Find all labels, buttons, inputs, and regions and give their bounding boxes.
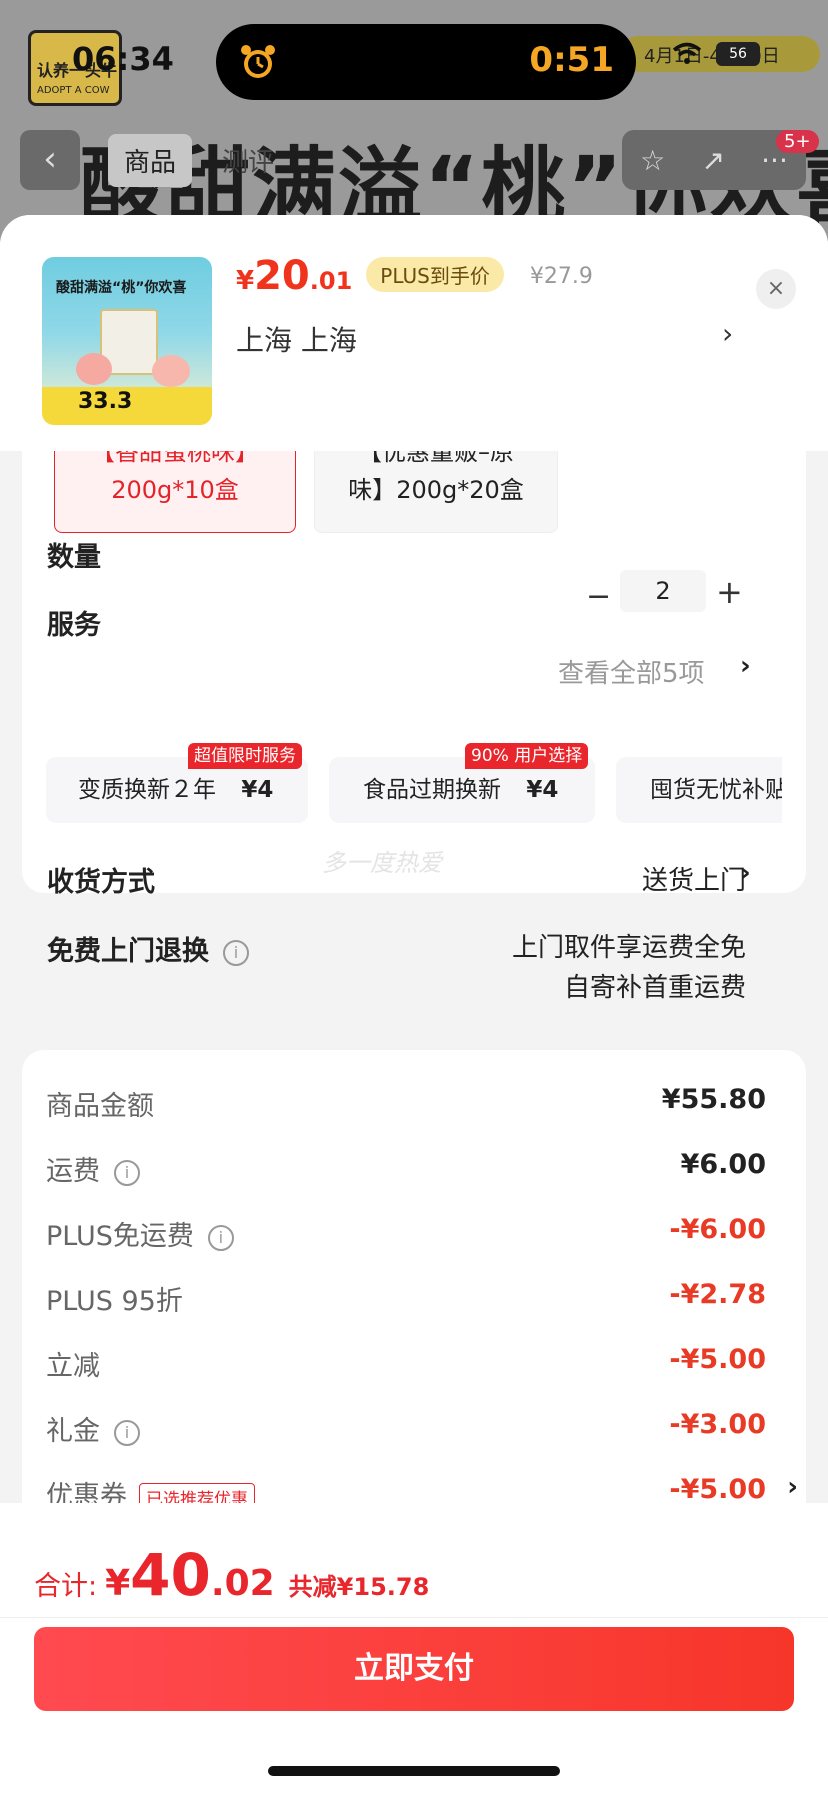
services-view-all[interactable]: 查看全部5项 — [558, 653, 705, 690]
variant-line: 200g*10盒 — [111, 476, 239, 504]
service-option[interactable]: 变质换新２年 ¥4 超值限时服务 — [46, 743, 308, 823]
chevron-right-icon[interactable]: › — [740, 858, 751, 888]
close-button[interactable]: × — [756, 269, 796, 309]
total-decimal: .02 — [210, 1563, 275, 1604]
total-row: 合计: ¥ 40 .02 共减¥15.78 — [34, 1541, 429, 1609]
cost-row: PLUS 95折 -¥2.78 — [46, 1271, 766, 1321]
cost-label: 礼金 — [46, 1416, 100, 1447]
star-icon[interactable]: ☆ — [640, 144, 665, 177]
cost-label: 立减 — [46, 1351, 100, 1382]
free-return-text: 免费上门退换 — [47, 936, 209, 967]
service-tag: 90% 用户选择 — [465, 743, 589, 769]
quantity-minus-button[interactable]: − — [586, 579, 611, 614]
cost-value: -¥6.00 — [669, 1214, 766, 1245]
alarm-icon — [241, 45, 275, 78]
service-price: ¥4 — [241, 777, 274, 803]
cost-label: PLUS免运费 — [46, 1221, 194, 1252]
cost-row: PLUS免运费 i -¥6.00 — [46, 1206, 766, 1256]
battery-icon: 56 — [716, 42, 760, 66]
delivery-address[interactable]: 上海 上海 — [236, 319, 357, 359]
service-option[interactable]: 囤货无忧补贴 — [616, 757, 782, 823]
total-integer: 40 — [130, 1541, 211, 1609]
total-label: 合计: — [34, 1571, 98, 1602]
return-policy-line: 上门取件享运费全免 — [511, 933, 746, 963]
cost-label: 运费 — [46, 1156, 100, 1187]
cost-value: ¥55.80 — [661, 1084, 766, 1115]
chevron-right-icon[interactable]: › — [722, 317, 733, 350]
service-tag: 超值限时服务 — [188, 743, 302, 769]
cost-row: 运费 i ¥6.00 — [46, 1141, 766, 1191]
cost-row: 立减 -¥5.00 — [46, 1336, 766, 1386]
service-name: 食品过期换新 — [363, 777, 501, 803]
product-image-price: 33.3 — [78, 389, 133, 414]
info-icon[interactable]: i — [223, 939, 249, 966]
return-policy-line: 自寄补首重运费 — [563, 973, 746, 1003]
status-indicators: 56 — [672, 42, 760, 66]
tab-review[interactable]: 测评 — [222, 142, 274, 179]
cost-row: 商品金额 ¥55.80 — [46, 1076, 766, 1126]
cost-value: -¥5.00 — [669, 1474, 766, 1505]
wifi-icon — [672, 42, 702, 64]
cost-label-group: 运费 i — [46, 1149, 140, 1188]
share-icon[interactable]: ↗ — [701, 144, 724, 177]
service-name: 变质换新２年 — [78, 777, 216, 803]
services-label: 服务 — [47, 610, 101, 641]
service-options: 变质换新２年 ¥4 超值限时服务 食品过期换新 ¥4 90% 用户选择 囤货无忧… — [46, 743, 782, 823]
dynamic-island: 0:51 — [216, 24, 636, 100]
price-currency: ¥ — [236, 266, 255, 296]
service-name: 囤货无忧补贴 — [650, 777, 782, 803]
product-header: 酸甜满溢“桃”你欢喜 33.3 ¥ 20 .01 PLUS到手价 ¥27.9 ×… — [0, 215, 828, 451]
total-currency: ¥ — [105, 1563, 131, 1604]
service-option[interactable]: 食品过期换新 ¥4 90% 用户选择 — [329, 743, 595, 823]
watermark-text: 多一度热爱 — [322, 849, 442, 877]
original-price: ¥27.9 — [529, 264, 593, 289]
price-decimal: .01 — [309, 267, 353, 295]
tab-product[interactable]: 商品 — [108, 133, 193, 187]
background-tabs: 商品 测评 — [108, 133, 274, 187]
chevron-right-icon[interactable]: › — [787, 1472, 798, 1502]
cost-value: -¥2.78 — [669, 1279, 766, 1310]
cost-value: ¥6.00 — [680, 1149, 766, 1180]
total-savings: 共减¥15.78 — [288, 1573, 430, 1601]
back-icon[interactable]: ‹ — [20, 130, 80, 190]
message-badge: 5+ — [776, 130, 819, 153]
info-icon[interactable]: i — [207, 1224, 234, 1251]
cost-value: -¥5.00 — [669, 1344, 766, 1375]
price-row: ¥ 20 .01 PLUS到手价 ¥27.9 — [236, 253, 593, 299]
peach-graphic — [76, 353, 112, 385]
cost-label-group: 礼金 i — [46, 1409, 140, 1448]
quantity-plus-button[interactable]: + — [716, 573, 743, 611]
variant-line: 味】200g*20盒 — [348, 476, 524, 504]
timer-readout: 0:51 — [529, 40, 614, 80]
divider — [0, 1617, 828, 1618]
status-time: 06:34 — [72, 40, 174, 78]
free-return-label: 免费上门退换 i — [47, 929, 249, 968]
pay-now-button[interactable]: 立即支付 — [34, 1627, 794, 1711]
quantity-label: 数量 — [47, 542, 101, 573]
product-image: 酸甜满溢“桃”你欢喜 33.3 — [42, 257, 212, 425]
delivery-label: 收货方式 — [47, 867, 155, 898]
chevron-right-icon[interactable]: › — [740, 651, 751, 681]
home-indicator — [268, 1766, 560, 1776]
price-integer: 20 — [254, 253, 310, 299]
plus-price-tag: PLUS到手价 — [366, 257, 504, 292]
product-image-title: 酸甜满溢“桃”你欢喜 — [56, 280, 187, 296]
checkout-bar: 合计: ¥ 40 .02 共减¥15.78 立即支付 — [0, 1503, 828, 1796]
cost-label: 商品金额 — [46, 1091, 154, 1122]
cost-value: -¥3.00 — [669, 1409, 766, 1440]
info-icon[interactable]: i — [114, 1159, 140, 1186]
delivery-method[interactable]: 送货上门 — [642, 860, 746, 897]
service-price: ¥4 — [526, 777, 559, 803]
cost-row: 礼金 i -¥3.00 — [46, 1401, 766, 1451]
quantity-input[interactable]: 2 — [620, 570, 706, 612]
cost-label-group: PLUS免运费 i — [46, 1214, 234, 1253]
info-icon[interactable]: i — [114, 1419, 140, 1446]
brand-logo-subtext: ADOPT A COW — [37, 85, 110, 96]
peach-graphic — [152, 355, 190, 387]
cost-label: PLUS 95折 — [46, 1286, 183, 1317]
